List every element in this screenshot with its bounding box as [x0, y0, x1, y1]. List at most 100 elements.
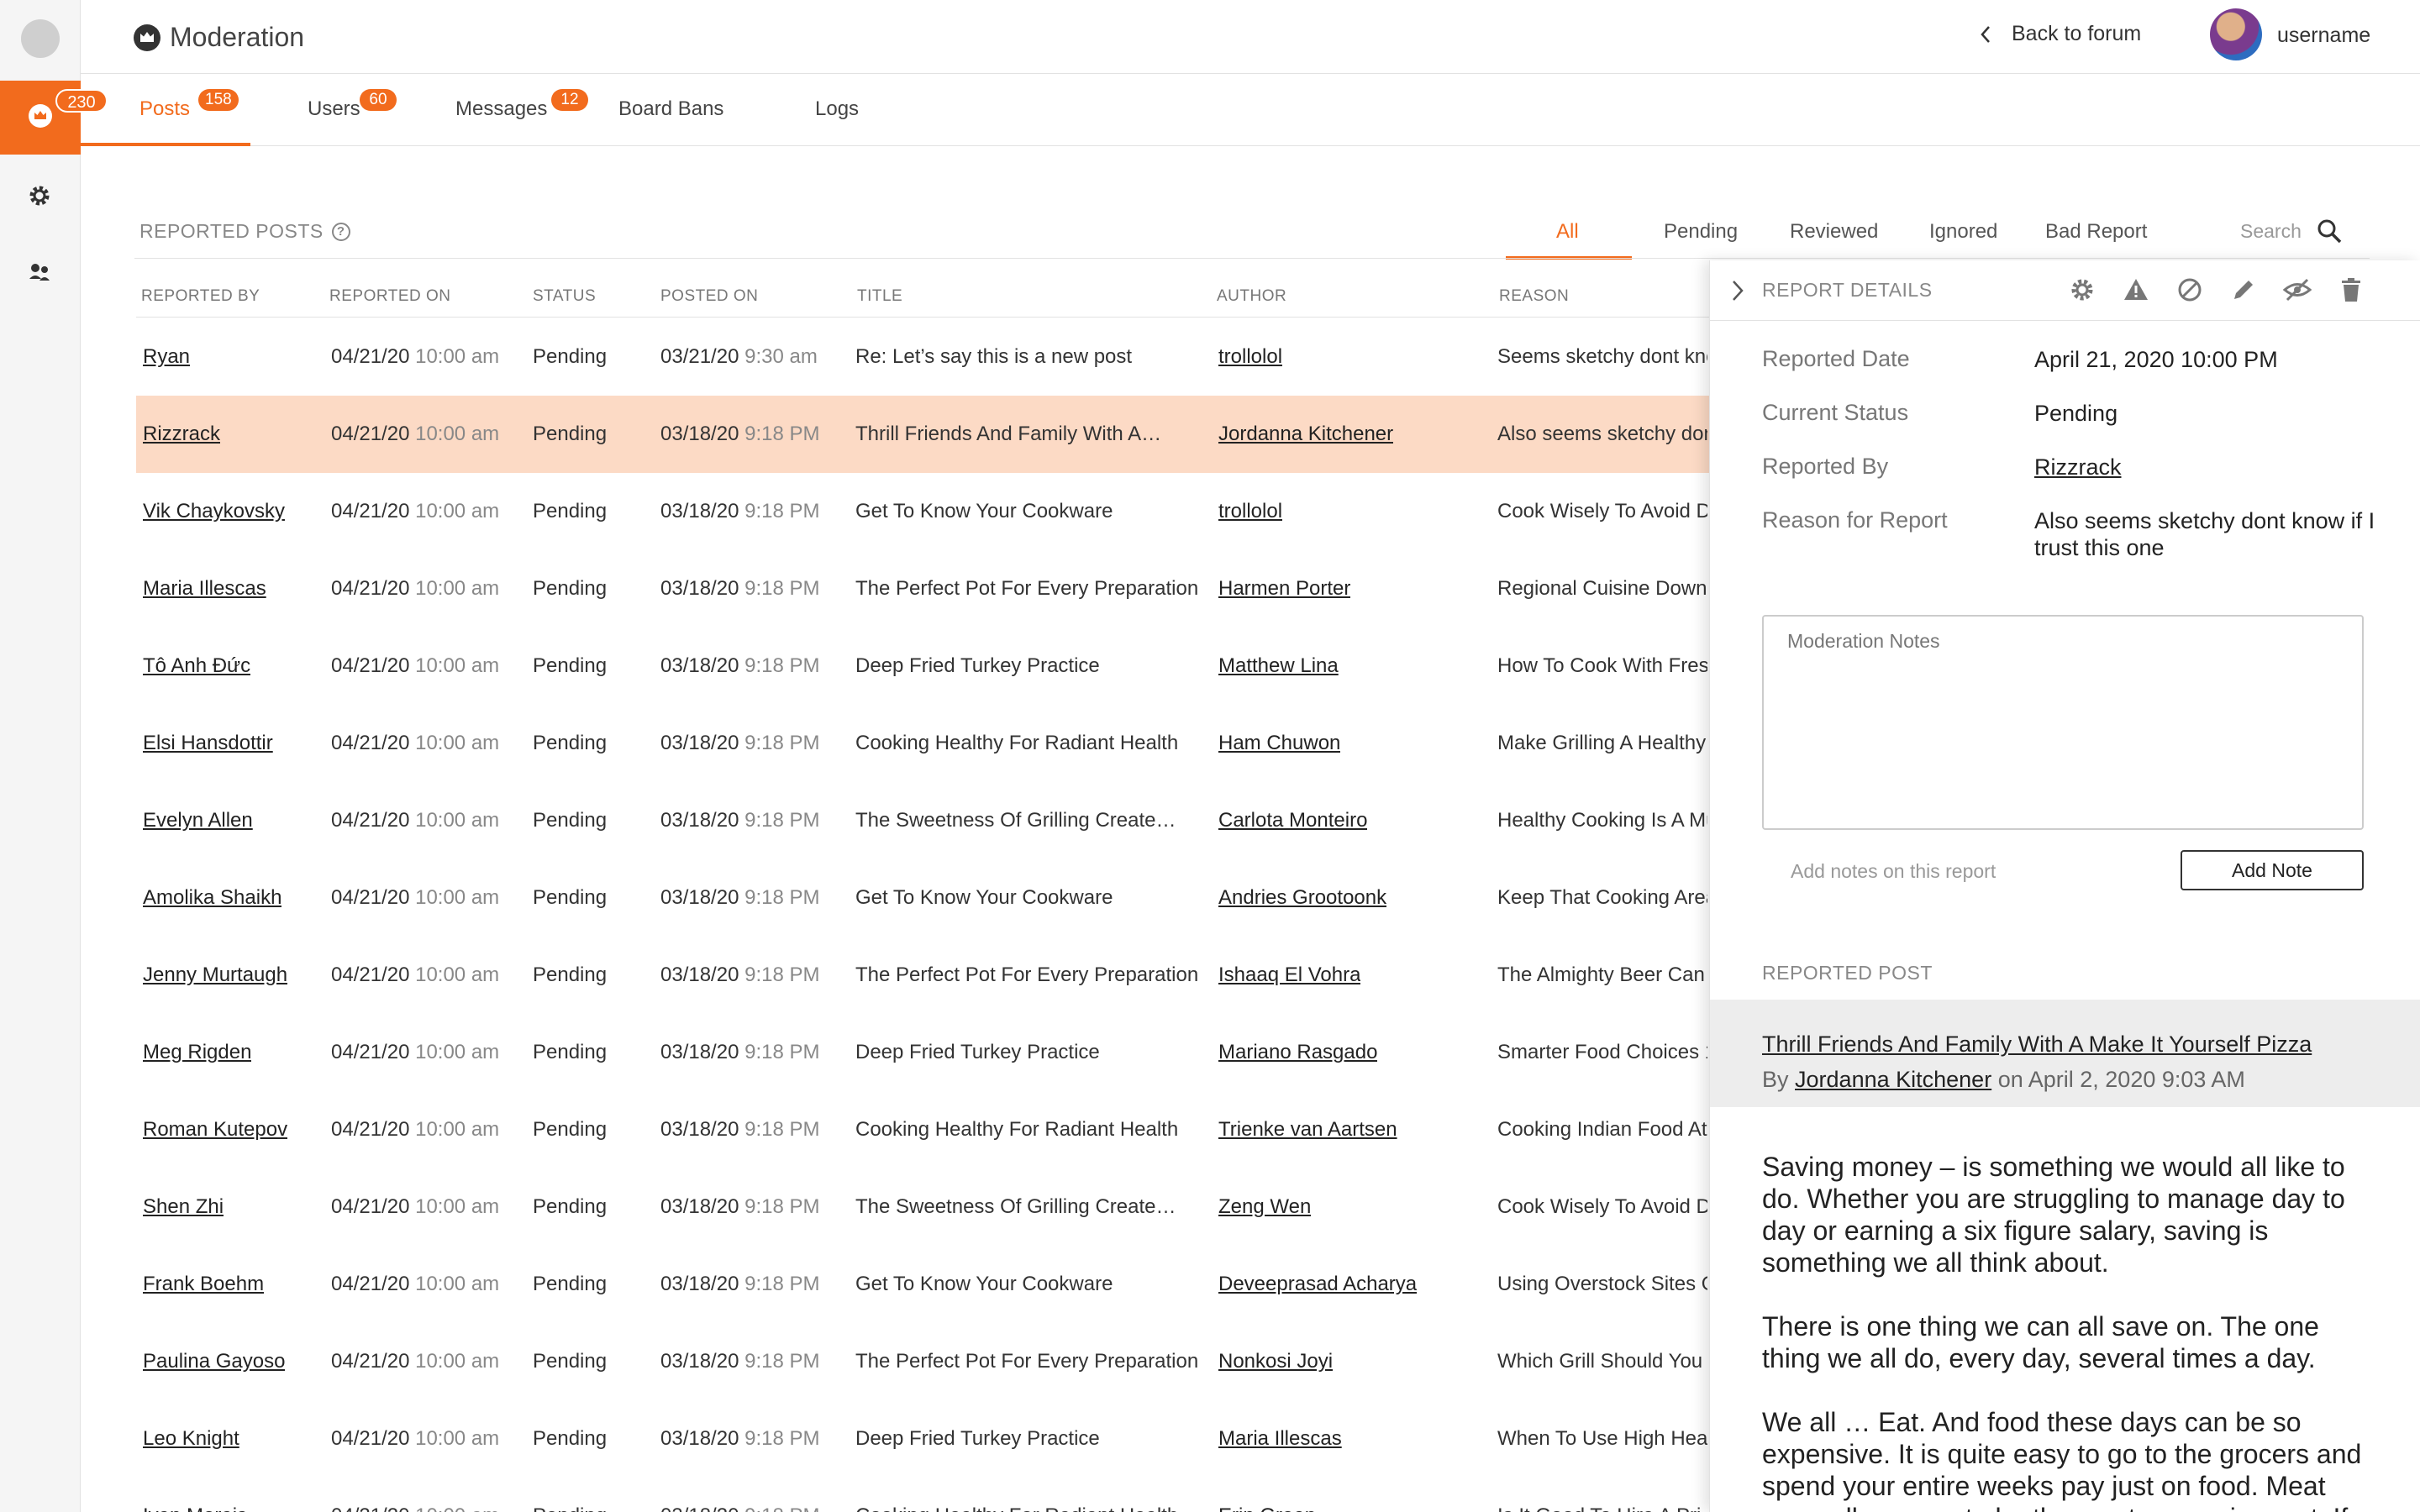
author-link[interactable]: Matthew Lina — [1218, 654, 1339, 678]
delete-action-button[interactable] — [2337, 276, 2365, 304]
search-box[interactable]: Search — [2240, 218, 2342, 244]
table-row[interactable]: Jenny Murtaugh 04/21/20 10:00 am Pending 03… — [136, 937, 1716, 1014]
table-row[interactable]: Rizzrack 04/21/20 10:00 am Pending 03/18/20… — [136, 396, 1716, 473]
reported-by-link[interactable]: Meg Rigden — [143, 1041, 251, 1064]
reported-on-cell-date: 04/21/20 — [331, 732, 410, 754]
table-row[interactable]: Evelyn Allen 04/21/20 10:00 am Pending 03/1… — [136, 782, 1716, 859]
author-link[interactable]: Ishaaq El Vohra — [1218, 963, 1360, 987]
table-row[interactable]: Shen Zhi 04/21/20 10:00 am Pending 03/18/20… — [136, 1168, 1716, 1246]
author-link[interactable]: Jordanna Kitchener — [1218, 423, 1393, 446]
moderation-logo-icon — [134, 24, 160, 51]
users-nav-button[interactable] — [27, 260, 52, 290]
reported-by-link[interactable]: Elsi Hansdottir — [143, 732, 273, 755]
reported-by-link[interactable]: Maria Illescas — [143, 577, 266, 601]
table-row[interactable]: Amolika Shaikh 04/21/20 10:00 am Pending 03… — [136, 859, 1716, 937]
author-link[interactable]: trollolol — [1218, 345, 1282, 369]
reported-by-link[interactable]: Ryan — [143, 345, 190, 369]
table-row[interactable]: Ryan 04/21/20 10:00 am Pending 03/21/20 9:3… — [136, 318, 1716, 396]
search-icon[interactable] — [2317, 218, 2342, 244]
settings-action-button[interactable] — [2068, 276, 2096, 304]
reported-by-link[interactable]: Vik Chaykovsky — [143, 500, 285, 523]
reported-by-link[interactable]: Frank Boehm — [143, 1273, 264, 1296]
reported-by-link[interactable]: Ivan Morais — [143, 1504, 247, 1512]
filter-all[interactable]: All — [1556, 220, 1579, 244]
add-note-button[interactable]: Add Note — [2181, 850, 2364, 890]
username-label[interactable]: username — [2277, 24, 2370, 48]
table-row[interactable]: Elsi Hansdottir 04/21/20 10:00 am Pending 0… — [136, 705, 1716, 782]
posted-on-cell: 03/18/20 9:18 PM — [660, 732, 819, 755]
reported-on-cell: 04/21/20 10:00 am — [331, 809, 499, 832]
table-row[interactable]: Tô Anh Đức 04/21/20 10:00 am Pending 03/18/… — [136, 627, 1716, 705]
author-link[interactable]: Deveeprasad Acharya — [1218, 1273, 1417, 1296]
reported-posts-title: REPORTED POSTS — [139, 220, 324, 242]
tab-board-bans[interactable]: Board Bans — [618, 97, 723, 121]
reported-on-cell-time: 10:00 am — [415, 963, 500, 986]
table-row[interactable]: Paulina Gayoso 04/21/20 10:00 am Pending 03… — [136, 1323, 1716, 1400]
tab-messages[interactable]: Messages 12 — [455, 89, 588, 121]
table-row[interactable]: Roman Kutepov 04/21/20 10:00 am Pending 03/… — [136, 1091, 1716, 1168]
col-reported-by[interactable]: REPORTED BY — [141, 287, 260, 306]
tab-posts[interactable]: Posts 158 — [139, 89, 239, 121]
current-status-value: Pending — [2034, 401, 2118, 426]
filter-bad-report[interactable]: Bad Report — [2045, 220, 2147, 244]
author-link[interactable]: Zeng Wen — [1218, 1195, 1311, 1219]
reported-by-link[interactable]: Amolika Shaikh — [143, 886, 281, 910]
user-avatar[interactable] — [2210, 8, 2262, 60]
col-reported-on[interactable]: REPORTED ON — [329, 287, 451, 306]
author-link[interactable]: Harmen Porter — [1218, 577, 1350, 601]
author-link[interactable]: Erin Green — [1218, 1504, 1316, 1512]
back-to-forum-link[interactable]: Back to forum — [1980, 22, 2141, 46]
author-link[interactable]: Mariano Rasgado — [1218, 1041, 1377, 1064]
reported-by-link[interactable]: Leo Knight — [143, 1427, 239, 1451]
col-title[interactable]: TITLE — [857, 287, 902, 306]
tab-users[interactable]: Users 60 — [308, 89, 397, 121]
filter-ignored[interactable]: Ignored — [1929, 220, 1997, 244]
author-link[interactable]: trollolol — [1218, 500, 1282, 523]
ban-action-button[interactable] — [2175, 276, 2204, 304]
author-link[interactable]: Carlota Monteiro — [1218, 809, 1367, 832]
col-posted-on[interactable]: POSTED ON — [660, 287, 758, 306]
table-row[interactable]: Frank Boehm 04/21/20 10:00 am Pending 03/18… — [136, 1246, 1716, 1323]
table-row[interactable]: Leo Knight 04/21/20 10:00 am Pending 03/18/… — [136, 1400, 1716, 1478]
table-row[interactable]: Vik Chaykovsky 04/21/20 10:00 am Pending 03… — [136, 473, 1716, 550]
reported-by-link[interactable]: Jenny Murtaugh — [143, 963, 287, 987]
edit-action-button[interactable] — [2229, 276, 2258, 304]
moderation-notes-textarea[interactable]: Moderation Notes — [1762, 615, 2364, 830]
hide-action-button[interactable] — [2283, 276, 2312, 304]
reported-by-link[interactable]: Tô Anh Đức — [143, 654, 250, 678]
reported-by-link[interactable]: Rizzrack — [2034, 454, 2122, 480]
author-link[interactable]: Andries Grootoonk — [1218, 886, 1386, 910]
table-row[interactable]: Ivan Morais 04/21/20 10:00 am Pending 03/18… — [136, 1478, 1716, 1512]
table-row[interactable]: Meg Rigden 04/21/20 10:00 am Pending 03/18/… — [136, 1014, 1716, 1091]
filter-reviewed[interactable]: Reviewed — [1790, 220, 1878, 244]
search-input[interactable]: Search — [2240, 220, 2302, 243]
help-icon[interactable]: ? — [331, 222, 350, 241]
warn-action-button[interactable] — [2122, 276, 2150, 304]
reported-by-link[interactable]: Roman Kutepov — [143, 1118, 287, 1142]
settings-nav-button[interactable] — [27, 183, 52, 213]
reported-on-cell: 04/21/20 10:00 am — [331, 1041, 499, 1064]
reported-on-cell-date: 04/21/20 — [331, 886, 410, 909]
col-author[interactable]: AUTHOR — [1217, 287, 1286, 306]
reported-by-link[interactable]: Shen Zhi — [143, 1195, 224, 1219]
col-reason[interactable]: REASON — [1499, 287, 1569, 306]
author-link[interactable]: Nonkosi Joyi — [1218, 1350, 1333, 1373]
reported-by-link[interactable]: Evelyn Allen — [143, 809, 253, 832]
reported-post-title-link[interactable]: Thrill Friends And Family With A Make It… — [1762, 1030, 2364, 1062]
app-avatar-icon[interactable] — [21, 19, 60, 58]
author-link[interactable]: Trienke van Aartsen — [1218, 1118, 1397, 1142]
reported-on-cell-time: 10:00 am — [415, 1118, 500, 1141]
reported-by-link[interactable]: Paulina Gayoso — [143, 1350, 285, 1373]
author-link[interactable]: Ham Chuwon — [1218, 732, 1340, 755]
chevron-right-icon[interactable] — [1730, 279, 1745, 302]
reported-by-link[interactable]: Rizzrack — [143, 423, 220, 446]
post-paragraph: There is one thing we can all save on. T… — [1762, 1311, 2319, 1373]
posted-on-cell-date: 03/18/20 — [660, 1504, 739, 1512]
reported-post-author-link[interactable]: Jordanna Kitchener — [1795, 1067, 1991, 1092]
author-link[interactable]: Maria Illescas — [1218, 1427, 1342, 1451]
posted-on-cell-time: 9:18 PM — [744, 963, 820, 986]
table-row[interactable]: Maria Illescas 04/21/20 10:00 am Pending 03… — [136, 550, 1716, 627]
col-status[interactable]: STATUS — [533, 287, 596, 306]
filter-pending[interactable]: Pending — [1664, 220, 1738, 244]
tab-logs[interactable]: Logs — [815, 97, 859, 121]
